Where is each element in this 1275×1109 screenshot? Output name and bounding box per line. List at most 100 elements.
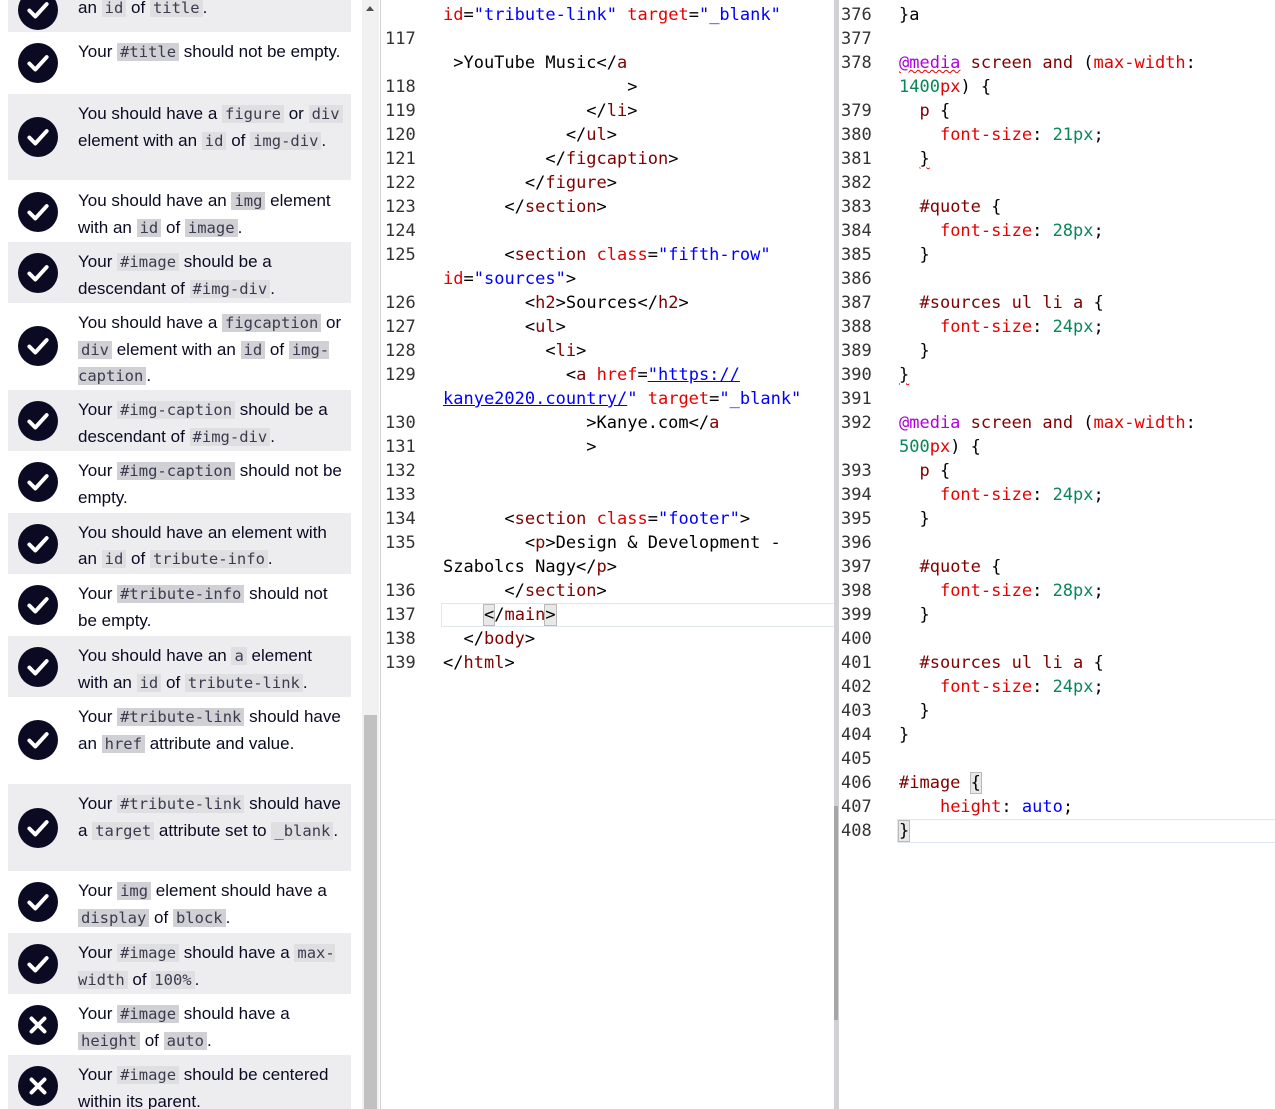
code-token: >: [504, 653, 515, 673]
text-fragment: You should have an: [78, 191, 232, 210]
code-line[interactable]: 134 <section class="footer">: [381, 507, 835, 531]
test-item: an id of title.: [8, 0, 351, 32]
code-token: {: [929, 101, 951, 121]
code-token: id: [443, 5, 464, 25]
code-line[interactable]: 377: [839, 27, 1275, 51]
code-line[interactable]: 1400px) {: [839, 75, 1275, 99]
code-line[interactable]: 136 </section>: [381, 579, 835, 603]
code-line[interactable]: 399 }: [839, 603, 1275, 627]
code-line[interactable]: 387 #sources ul li a {: [839, 291, 1275, 315]
code-line[interactable]: 381 }: [839, 147, 1275, 171]
scroll-up-arrow-icon[interactable]: [366, 6, 374, 11]
check-icon: [18, 326, 58, 366]
code-line[interactable]: 380 font-size: 21px;: [839, 123, 1275, 147]
code-text: #quote {: [899, 195, 1001, 219]
code-line[interactable]: >YouTube Music</a: [381, 51, 835, 75]
code-line[interactable]: 118 >: [381, 75, 835, 99]
code-line[interactable]: 138 </body>: [381, 627, 835, 651]
code-line[interactable]: 386: [839, 267, 1275, 291]
code-line[interactable]: 403 }: [839, 699, 1275, 723]
code-line[interactable]: 129 <a href="https://: [381, 363, 835, 387]
code-token: }: [899, 509, 930, 529]
code-token: ) {: [950, 437, 981, 457]
code-line[interactable]: 405: [839, 747, 1275, 771]
code-line[interactable]: 389 }: [839, 339, 1275, 363]
code-token: 28px: [1052, 221, 1094, 241]
code-line[interactable]: 388 font-size: 24px;: [839, 315, 1275, 339]
css-editor[interactable]: 376}a 377 378 @media screen and (max-width:…: [838, 0, 1275, 1109]
code-line[interactable]: 124: [381, 219, 835, 243]
code-line[interactable]: 133: [381, 483, 835, 507]
line-number: 133: [385, 485, 416, 505]
code-token: ;: [1093, 677, 1104, 697]
code-line[interactable]: 392 @media screen and (max-width:: [839, 411, 1275, 435]
code-line[interactable]: 126 <h2>Sources</h2>: [381, 291, 835, 315]
line-number: 136: [385, 581, 416, 601]
code-token: class: [596, 245, 648, 265]
code-line[interactable]: 137 </main>: [381, 603, 835, 627]
code-line[interactable]: id="tribute-link" target="_blank": [381, 3, 835, 27]
code-line[interactable]: 397 #quote {: [839, 555, 1275, 579]
code-token: >: [606, 557, 618, 577]
code-line[interactable]: 378 @media screen and (max-width:: [839, 51, 1275, 75]
code-line[interactable]: 376}a: [839, 3, 1275, 27]
code-line[interactable]: 120 </ul>: [381, 123, 835, 147]
code-token: height: [939, 797, 1002, 817]
code-line[interactable]: 135 <p>Design & Development -: [381, 531, 835, 555]
code-line[interactable]: 132: [381, 459, 835, 483]
inline-code: div: [308, 105, 343, 123]
code-line[interactable]: 131 >: [381, 435, 835, 459]
code-line[interactable]: 390}: [839, 363, 1275, 387]
code-token: "sources": [473, 269, 566, 289]
code-line[interactable]: Szabolcs Nagy</p>: [381, 555, 835, 579]
code-line[interactable]: 500px) {: [839, 435, 1275, 459]
code-line[interactable]: 130 >Kanye.com</a: [381, 411, 835, 435]
code-line[interactable]: 391: [839, 387, 1275, 411]
code-line[interactable]: 402 font-size: 24px;: [839, 675, 1275, 699]
code-line[interactable]: 385 }: [839, 243, 1275, 267]
code-text: font-size: 24px;: [899, 483, 1104, 507]
code-text: font-size: 21px;: [899, 123, 1104, 147]
code-line[interactable]: 404}: [839, 723, 1275, 747]
code-line[interactable]: 122 </figure>: [381, 171, 835, 195]
code-line[interactable]: 383 #quote {: [839, 195, 1275, 219]
code-line[interactable]: 125 <section class="fifth-row": [381, 243, 835, 267]
code-token: @media: [899, 53, 961, 73]
code-line[interactable]: 406 #image {: [839, 771, 1275, 795]
code-line[interactable]: 121 </figcaption>: [381, 147, 835, 171]
code-line[interactable]: 384 font-size: 28px;: [839, 219, 1275, 243]
code-line[interactable]: 128 <li>: [381, 339, 835, 363]
code-line[interactable]: 117: [381, 27, 835, 51]
test-description: Your #image should have a height of auto…: [78, 1004, 290, 1050]
scrollbar-thumb[interactable]: [364, 715, 377, 1109]
code-line[interactable]: 394 font-size: 24px;: [839, 483, 1275, 507]
code-text: }a: [899, 3, 919, 27]
code-token: font-size: [939, 125, 1033, 145]
code-line[interactable]: 379 p {: [839, 99, 1275, 123]
code-line[interactable]: 407 height: auto;: [839, 795, 1275, 819]
inline-code: image: [184, 218, 238, 237]
code-token: }: [899, 725, 910, 745]
code-line[interactable]: 408}: [839, 819, 1275, 843]
code-token: li: [555, 341, 577, 361]
code-line[interactable]: 396: [839, 531, 1275, 555]
code-line[interactable]: 398 font-size: 28px;: [839, 579, 1275, 603]
code-line[interactable]: 119 </li>: [381, 99, 835, 123]
code-token: :: [1032, 581, 1053, 601]
tests-scrollbar[interactable]: [362, 0, 379, 1109]
code-line[interactable]: 382: [839, 171, 1275, 195]
code-token: #quote: [919, 557, 981, 577]
code-line[interactable]: 127 <ul>: [381, 315, 835, 339]
code-text: font-size: 28px;: [899, 219, 1104, 243]
code-line[interactable]: 401 #sources ul li a {: [839, 651, 1275, 675]
code-line[interactable]: kanye2020.country/" target="_blank": [381, 387, 835, 411]
code-line[interactable]: 139 </html>: [381, 651, 835, 675]
code-line[interactable]: 393 p {: [839, 459, 1275, 483]
code-line[interactable]: 123 </section>: [381, 195, 835, 219]
code-line[interactable]: 395 }: [839, 507, 1275, 531]
code-line[interactable]: id="sources">: [381, 267, 835, 291]
code-line[interactable]: 400: [839, 627, 1275, 651]
html-editor[interactable]: id="tribute-link" target="_blank" 117 >Yo…: [380, 0, 835, 1109]
